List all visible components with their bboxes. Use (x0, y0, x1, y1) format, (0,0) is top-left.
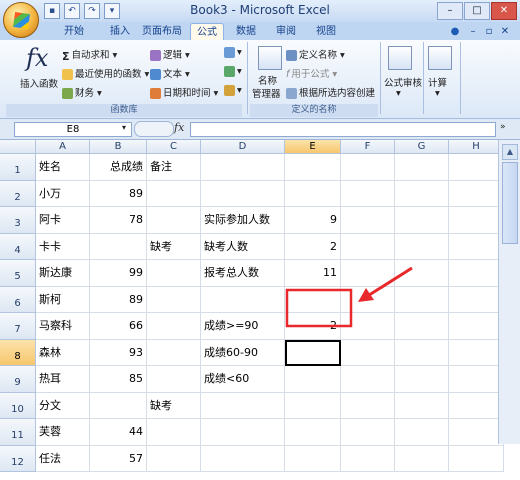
cell-D12[interactable] (201, 445, 285, 472)
office-logo-icon (12, 11, 30, 29)
annotation-overlay (285, 266, 413, 328)
cell-B12[interactable]: 57 (90, 445, 147, 472)
cell-C12[interactable] (147, 445, 201, 472)
cell-E12[interactable] (285, 445, 341, 472)
annotation-arrow-line (365, 266, 413, 299)
annotation-rectangle (285, 288, 353, 328)
office-button[interactable] (3, 2, 39, 38)
row-header[interactable]: 12 (0, 445, 36, 472)
cell-A12[interactable]: 任法 (36, 445, 90, 472)
cell-H12[interactable] (449, 445, 504, 472)
cell-F12[interactable] (341, 445, 395, 472)
cell-G12[interactable] (395, 445, 449, 472)
